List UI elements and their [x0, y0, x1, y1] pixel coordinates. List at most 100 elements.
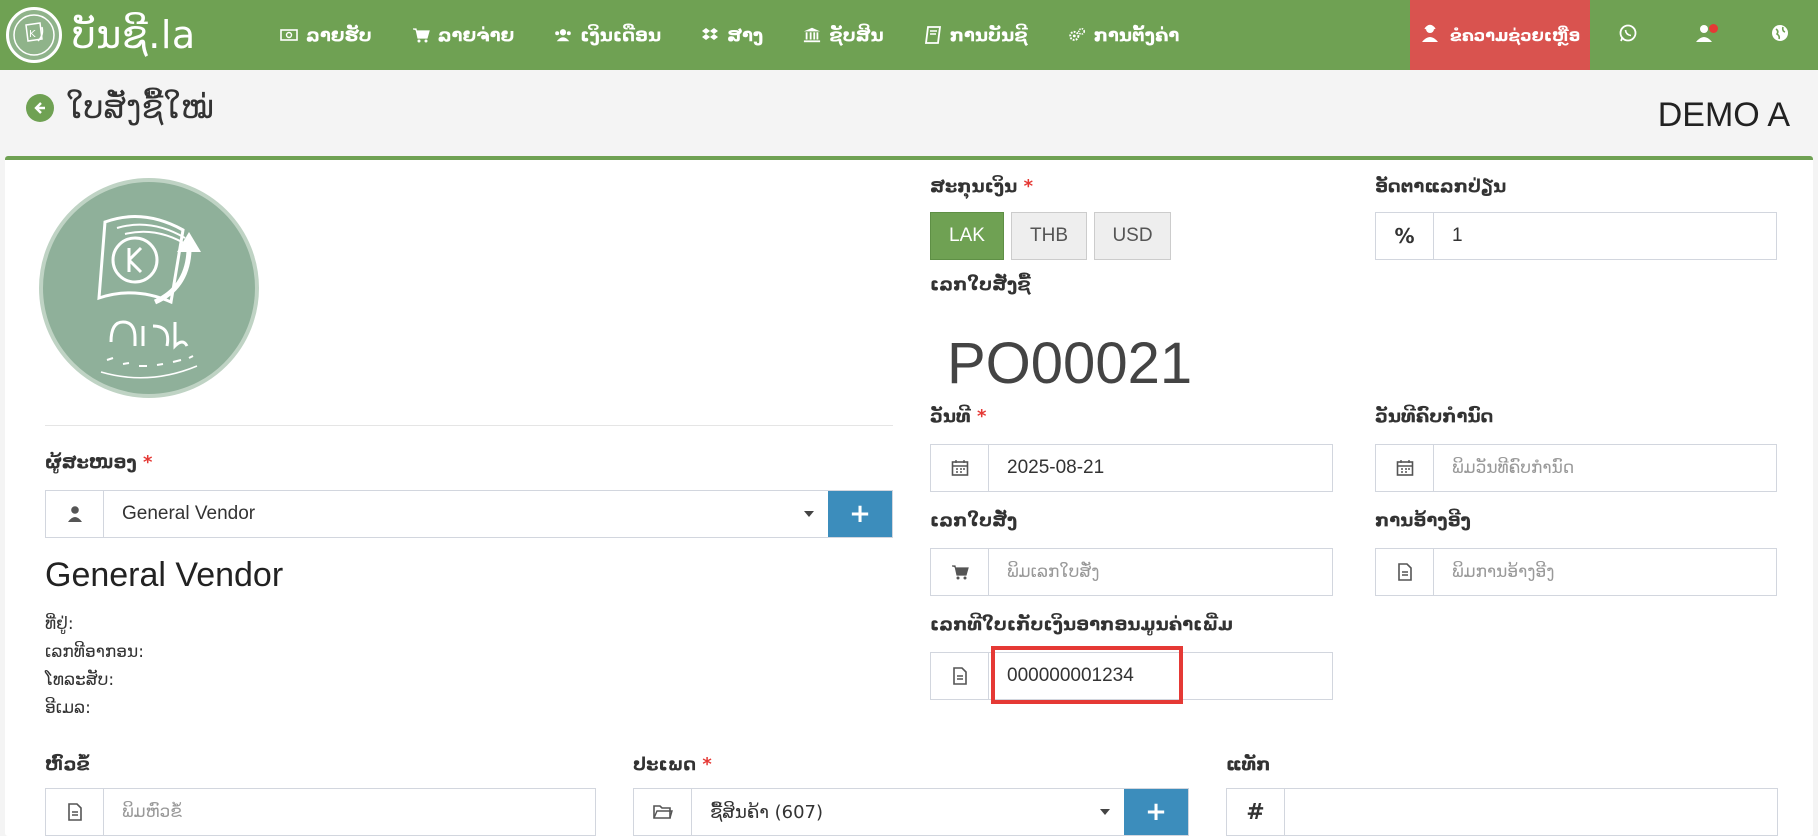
highlight-box	[991, 646, 1183, 704]
brand[interactable]: K ບັນຊີ.la	[0, 7, 260, 63]
help-label: ຂໍຄວາມຊ່ວຍເຫຼືອ	[1449, 25, 1581, 45]
chevron-down-icon	[1100, 809, 1110, 815]
vendor-name: General Vendor	[45, 556, 284, 594]
document-icon	[931, 653, 989, 699]
bank-icon	[803, 26, 821, 44]
currency-label: ສະກຸນເງິນ *	[930, 176, 1034, 197]
subject-label: ຫົວຂໍ້	[45, 754, 90, 775]
svg-text:K: K	[29, 29, 36, 40]
date-group: 2025-08-21	[930, 444, 1333, 492]
back-arrow-icon[interactable]	[26, 94, 54, 122]
gears-icon	[1068, 26, 1086, 44]
due-date-input[interactable]: ພິມວັນທີຄົບກຳນົດ	[1434, 445, 1776, 491]
nav-item-accounting[interactable]: ການບັນຊີ	[904, 0, 1048, 70]
order-number-label: ເລກໃບສັ່ງ	[930, 510, 1018, 531]
category-select[interactable]: ຊື້ສິນຄ້າ (607)	[692, 789, 1124, 835]
vendor-label: ຜູ້ສະໜອງ *	[45, 452, 153, 473]
tag-label: ແທັກ	[1226, 754, 1271, 775]
nav-item-income[interactable]: ລາຍຮັບ	[260, 0, 392, 70]
vendor-select-value: General Vendor	[122, 503, 256, 524]
nav-item-label: ສາງ	[727, 24, 764, 46]
whatsapp-icon	[1618, 23, 1638, 48]
money-icon	[280, 26, 298, 44]
calendar-icon	[1376, 445, 1434, 491]
brand-logo-icon: K	[6, 7, 62, 63]
page-title: ໃບສັ່ງຊື້ໃໝ່	[66, 88, 214, 126]
exchange-rate-input[interactable]: 1	[1434, 213, 1776, 259]
vendor-address: ທີ່ຢູ່:	[45, 614, 74, 634]
exchange-rate-group: % 1	[1375, 212, 1777, 260]
nav-item-label: ການບັນຊີ	[949, 24, 1028, 46]
folder-icon	[634, 789, 692, 835]
nav-right: ຂໍຄວາມຊ່ວຍເຫຼືອ	[1410, 0, 1818, 70]
subject-input[interactable]: ພິມຫົວຂໍ້	[104, 789, 595, 835]
cart-icon	[931, 549, 989, 595]
page-header: ໃບສັ່ງຊື້ໃໝ່ DEMO A	[0, 70, 1818, 156]
brand-name: ບັນຊີ.la	[72, 13, 196, 57]
date-label: ວັນທີ *	[930, 406, 987, 427]
order-number-group: ພິມເລກໃບສັ່ງ	[930, 548, 1333, 596]
nav-item-payroll[interactable]: ເງິນເດືອນ	[534, 0, 681, 70]
reference-input[interactable]: ພິມການອ້າງອີງ	[1434, 549, 1776, 595]
reference-group: ພິມການອ້າງອີງ	[1375, 548, 1777, 596]
nav-item-assets[interactable]: ຊັບສິນ	[783, 0, 904, 70]
main-nav: ລາຍຮັບ ລາຍຈ່າຍ ເງິນເດືອນ ສາງ ຊັບສິນ ການບ…	[260, 0, 1199, 70]
date-input[interactable]: 2025-08-21	[989, 445, 1332, 491]
tag-group: #	[1226, 788, 1778, 836]
tag-input[interactable]	[1285, 789, 1777, 835]
vendor-email: ອີເມລ:	[45, 698, 91, 718]
category-label: ປະເພດ *	[633, 754, 712, 775]
plus-icon: +	[849, 499, 871, 529]
calendar-icon	[931, 445, 989, 491]
reference-label: ການອ້າງອີງ	[1375, 510, 1471, 531]
user-icon	[46, 491, 104, 537]
exchange-rate-label: ອັດຕາແລກປ່ຽນ	[1375, 176, 1507, 197]
add-vendor-button[interactable]: +	[828, 491, 892, 537]
nav-item-label: ການຕັ້ງຄ່າ	[1093, 24, 1180, 46]
dropbox-icon	[701, 26, 719, 44]
due-date-group: ພິມວັນທີຄົບກຳນົດ	[1375, 444, 1777, 492]
hash-icon: #	[1227, 789, 1285, 835]
vendor-select-group: General Vendor +	[45, 490, 893, 538]
top-navbar: K ບັນຊີ.la ລາຍຮັບ ລາຍຈ່າຍ ເງິນເດືອນ ສາງ …	[0, 0, 1818, 70]
globe-icon	[1770, 23, 1790, 48]
support-agent-icon	[1420, 23, 1440, 48]
book-icon	[924, 26, 942, 44]
chevron-down-icon	[804, 511, 814, 517]
user-menu-button[interactable]	[1666, 0, 1742, 70]
due-date-label: ວັນທີຄົບກຳນົດ	[1375, 406, 1494, 427]
percent-icon: %	[1376, 213, 1434, 259]
nav-item-label: ລາຍຈ່າຍ	[437, 24, 515, 46]
document-icon	[1376, 549, 1434, 595]
cart-icon	[412, 26, 430, 44]
add-category-button[interactable]: +	[1124, 789, 1188, 835]
vendor-select[interactable]: General Vendor	[104, 491, 828, 537]
vendor-phone: ໂທລະສັບ:	[45, 670, 115, 690]
whatsapp-button[interactable]	[1590, 0, 1666, 70]
purchase-order-form: ຜູ້ສະໜອງ * General Vendor + General Vend…	[5, 156, 1813, 836]
company-name: DEMO A	[1657, 96, 1790, 134]
nav-item-label: ເງິນເດືອນ	[580, 24, 662, 46]
category-select-group: ຊື້ສິນຄ້າ (607) +	[633, 788, 1189, 836]
plus-icon: +	[1145, 797, 1167, 827]
order-number-input[interactable]: ພິມເລກໃບສັ່ງ	[989, 549, 1332, 595]
po-number-label: ເລກໃບສັ່ງຊື້	[930, 274, 1031, 295]
currency-thb-button[interactable]: THB	[1011, 212, 1087, 260]
nav-item-inventory[interactable]: ສາງ	[681, 0, 783, 70]
nav-item-settings[interactable]: ການຕັ້ງຄ່າ	[1048, 0, 1200, 70]
po-number: PO00021	[947, 331, 1193, 396]
language-button[interactable]	[1742, 0, 1818, 70]
divider	[45, 425, 893, 426]
help-button[interactable]: ຂໍຄວາມຊ່ວຍເຫຼືອ	[1410, 0, 1590, 70]
category-select-value: ຊື້ສິນຄ້າ (607)	[710, 801, 824, 823]
notification-dot	[1709, 24, 1718, 33]
nav-item-label: ຊັບສິນ	[829, 24, 884, 46]
vendor-tax-id: ເລກທີອາກອນ:	[45, 642, 144, 662]
currency-lak-button[interactable]: LAK	[930, 212, 1004, 260]
document-icon	[46, 789, 104, 835]
users-icon	[554, 26, 572, 44]
currency-usd-button[interactable]: USD	[1094, 212, 1171, 260]
nav-item-expenses[interactable]: ລາຍຈ່າຍ	[392, 0, 535, 70]
nav-item-label: ລາຍຮັບ	[306, 24, 372, 46]
company-logo	[39, 178, 259, 398]
